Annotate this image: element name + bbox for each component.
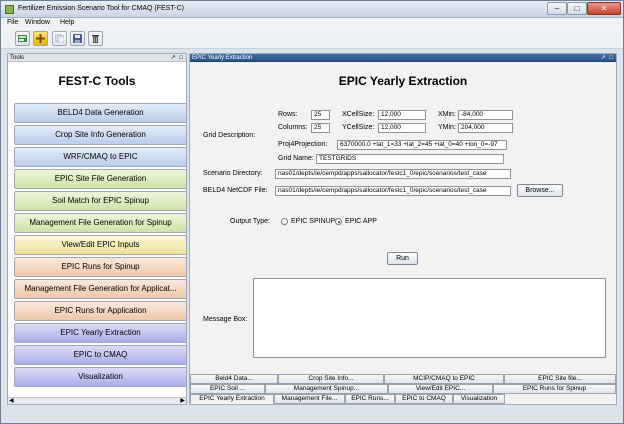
output-type-label: Output Type: — [230, 218, 270, 225]
main-panel-window-controls[interactable]: ↗ □ — [601, 54, 614, 62]
tab-mcip-cmaq-to-epic[interactable]: MCIP/CMAQ to EPIC — [384, 374, 504, 384]
copy-icon — [55, 34, 64, 43]
delete-button[interactable] — [88, 31, 103, 46]
tab-epic-to-cmaq[interactable]: EPIC to CMAQ — [395, 394, 453, 404]
add-icon — [36, 34, 45, 43]
menu-file[interactable]: File — [7, 19, 18, 26]
maximize-button[interactable]: □ — [567, 2, 587, 15]
page-title: EPIC Yearly Extraction — [338, 74, 468, 88]
status-bar — [7, 407, 617, 419]
main-panel-header-label: EPIC Yearly Extraction — [192, 55, 253, 61]
xmin-input[interactable]: -84,000 — [458, 110, 513, 120]
toolbar — [1, 29, 623, 49]
proj4-label: Proj4Projection: — [278, 141, 328, 148]
tool-visualization[interactable]: Visualization — [14, 367, 187, 387]
tool-epic-runs-spinup[interactable]: EPIC Runs for Spinup — [14, 257, 187, 277]
grid-name-input[interactable]: TESTGRIDS — [316, 154, 504, 164]
ymin-input[interactable]: 204,000 — [458, 123, 513, 133]
tool-management-file-application[interactable]: Management File Generation for Applicat.… — [14, 279, 187, 299]
xcellsize-label: XCellSize: — [342, 111, 375, 118]
copy-button[interactable] — [52, 31, 67, 46]
tab-management-spinup[interactable]: Management Spinup... — [265, 384, 388, 394]
tools-panel-window-controls[interactable]: ↗ □ — [171, 54, 184, 62]
tab-beld4-data[interactable]: Beld4 Data... — [190, 374, 278, 384]
tools-panel-header: Tools ↗ □ — [8, 54, 186, 62]
xmin-label: XMin: — [438, 111, 456, 118]
title-bar: Fertilizer Emission Scenario Tool for CM… — [1, 1, 623, 18]
tab-epic-site-file[interactable]: EPIC Site file... — [504, 374, 616, 384]
tool-epic-to-cmaq[interactable]: EPIC to CMAQ — [14, 345, 187, 365]
delete-icon — [92, 35, 99, 43]
tools-horizontal-scrollbar[interactable]: ◀ ▶ — [8, 397, 186, 404]
tool-epic-site-file-generation[interactable]: EPIC Site File Generation — [14, 169, 187, 189]
window-title: Fertilizer Emission Scenario Tool for CM… — [18, 5, 184, 12]
tab-management-file[interactable]: Management File... — [274, 394, 345, 404]
rows-label: Rows: — [278, 111, 298, 118]
tool-epic-yearly-extraction[interactable]: EPIC Yearly Extraction — [14, 323, 187, 343]
rows-input[interactable]: 25 — [311, 110, 330, 120]
tab-row-1: Beld4 Data... Crop Site Info... MCIP/CMA… — [190, 374, 616, 384]
tab-crop-site-info[interactable]: Crop Site Info... — [278, 374, 384, 384]
tab-epic-soil[interactable]: EPIC Soil ... — [190, 384, 265, 394]
minimize-button[interactable]: – — [547, 2, 567, 15]
browse-button[interactable]: Browse... — [517, 184, 563, 197]
beld4-file-label: BELD4 NetCDF File: — [203, 187, 268, 194]
tab-row-2: EPIC Soil ... Management Spinup... View/… — [190, 384, 616, 394]
grid-name-label: Grid Name: — [278, 155, 314, 162]
radio-epic-spinup[interactable] — [281, 218, 288, 225]
ycellsize-label: YCellSize: — [342, 124, 375, 131]
scenario-directory-label: Scenario Directory: — [203, 170, 263, 177]
scroll-left-icon[interactable]: ◀ — [9, 398, 14, 405]
new-project-button[interactable] — [15, 31, 30, 46]
proj4-input[interactable]: 6370000.0 +lat_1=33 +lat_2=45 +lat_0=40 … — [337, 140, 507, 150]
run-button[interactable]: Run — [387, 252, 418, 265]
beld4-file-input[interactable]: nas01/depts/ie/cempd/apps/sallocator/fes… — [275, 186, 511, 196]
scroll-right-icon[interactable]: ▶ — [180, 398, 185, 405]
radio-epic-app[interactable] — [335, 218, 342, 225]
xcellsize-input[interactable]: 12,000 — [378, 110, 426, 120]
tools-panel-header-label: Tools — [10, 55, 25, 61]
columns-input[interactable]: 25 — [311, 123, 330, 133]
tool-beld4-data-generation[interactable]: BELD4 Data Generation — [14, 103, 187, 123]
tab-epic-runs[interactable]: EPIC Runs... — [345, 394, 395, 404]
save-button[interactable] — [70, 31, 85, 46]
main-panel-header: EPIC Yearly Extraction ↗ □ — [190, 54, 616, 62]
close-button[interactable]: ✕ — [587, 2, 621, 15]
menu-help[interactable]: Help — [60, 19, 74, 26]
columns-label: Columns: — [278, 124, 308, 131]
tool-view-edit-epic-inputs[interactable]: View/Edit EPIC Inputs — [14, 235, 187, 255]
ymin-label: YMin: — [438, 124, 456, 131]
tab-row-3: EPIC Yearly Extraction Management File..… — [190, 394, 616, 404]
app-window: Fertilizer Emission Scenario Tool for CM… — [0, 0, 624, 424]
tool-epic-runs-application[interactable]: EPIC Runs for Application — [14, 301, 187, 321]
menu-bar: File Window Help — [1, 18, 623, 29]
tab-epic-runs-spinup[interactable]: EPIC Runs for Spinup — [493, 384, 616, 394]
new-project-icon — [18, 35, 27, 42]
save-icon — [73, 34, 82, 43]
tab-visualization[interactable]: Visualization — [453, 394, 505, 404]
tool-management-file-spinup[interactable]: Management File Generation for Spinup — [14, 213, 187, 233]
message-box-label: Message Box: — [203, 316, 248, 323]
radio-epic-spinup-label: EPIC SPINUP — [291, 218, 336, 225]
grid-description-label: Grid Description: — [203, 132, 256, 139]
tab-view-edit-epic[interactable]: View/Edit EPIC... — [388, 384, 493, 394]
add-button[interactable] — [33, 31, 48, 46]
scenario-directory-input[interactable]: nas01/depts/ie/cempd/apps/sallocator/fes… — [275, 169, 511, 179]
tool-crop-site-info-generation[interactable]: Crop Site Info Generation — [14, 125, 187, 145]
radio-epic-app-label: EPIC APP — [345, 218, 377, 225]
ycellsize-input[interactable]: 12,000 — [378, 123, 426, 133]
app-icon — [5, 5, 14, 14]
menu-window[interactable]: Window — [25, 19, 50, 26]
tool-soil-match-epic-spinup[interactable]: Soil Match for EPIC Spinup — [14, 191, 187, 211]
tool-wrf-cmaq-to-epic[interactable]: WRF/CMAQ to EPIC — [14, 147, 187, 167]
epic-yearly-extraction-panel: EPIC Yearly Extraction ↗ □ EPIC Yearly E… — [189, 53, 617, 405]
tools-panel: Tools ↗ □ FEST-C Tools BELD4 Data Genera… — [7, 53, 187, 405]
tools-panel-title: FEST-C Tools — [58, 74, 136, 88]
tab-epic-yearly-extraction[interactable]: EPIC Yearly Extraction — [190, 394, 274, 404]
message-box[interactable] — [253, 278, 606, 358]
